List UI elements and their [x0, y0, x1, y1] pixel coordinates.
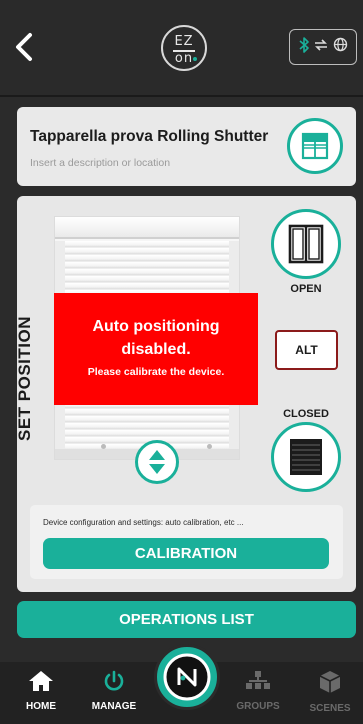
- connection-status[interactable]: [289, 29, 357, 65]
- cube-icon: [318, 671, 342, 698]
- calibration-button[interactable]: CALIBRATION: [43, 538, 329, 569]
- device-title: Tapparella prova Rolling Shutter: [30, 128, 269, 145]
- nav-manage-label: MANAGE: [91, 701, 137, 712]
- alt-button[interactable]: ALT: [275, 330, 338, 370]
- nav-home[interactable]: HOME: [11, 670, 71, 712]
- power-icon: [103, 670, 125, 696]
- position-panel: SET POSITION Auto positioning disabled. …: [15, 196, 356, 592]
- calibration-description: Device configuration and settings: auto …: [43, 518, 244, 527]
- calibration-alert: Auto positioning disabled. Please calibr…: [54, 293, 258, 405]
- sync-arrows-icon: [313, 38, 329, 57]
- bluetooth-icon: [298, 36, 310, 58]
- nav-home-label: HOME: [26, 701, 56, 712]
- alert-title: Auto positioning disabled.: [92, 318, 220, 358]
- ezon-n-icon: [163, 653, 211, 701]
- nav-scenes-label: SCENES: [309, 703, 351, 714]
- open-label: OPEN: [290, 283, 322, 295]
- home-icon: [28, 671, 54, 696]
- calibration-card: Device configuration and settings: auto …: [30, 505, 343, 579]
- set-position-label: SET POSITION: [15, 315, 34, 441]
- window-icon[interactable]: [287, 118, 343, 174]
- nav-groups-label: GROUPS: [236, 701, 280, 712]
- operations-list-button[interactable]: OPERATIONS LIST: [17, 601, 356, 638]
- nav-manage[interactable]: MANAGE: [84, 670, 144, 712]
- nav-groups[interactable]: GROUPS: [228, 670, 288, 712]
- groups-icon: [245, 671, 271, 696]
- open-window-icon[interactable]: [271, 209, 341, 279]
- globe-icon: [333, 37, 348, 57]
- header-divider: [0, 95, 363, 97]
- alert-subtitle: Please calibrate the device.: [87, 366, 225, 378]
- ezon-logo[interactable]: EZ on: [161, 25, 207, 71]
- back-arrow-icon[interactable]: [10, 30, 38, 64]
- closed-window-icon[interactable]: [271, 422, 341, 492]
- logo-top-text: EZ: [174, 34, 194, 49]
- center-action-button[interactable]: [154, 644, 220, 710]
- app-header: EZ on: [0, 0, 363, 96]
- closed-label: CLOSED: [283, 408, 329, 420]
- device-description-placeholder[interactable]: Insert a description or location: [30, 157, 170, 169]
- up-down-arrows-icon[interactable]: [135, 440, 179, 484]
- device-card[interactable]: Tapparella prova Rolling Shutter Insert …: [17, 107, 356, 186]
- nav-scenes[interactable]: SCENES: [300, 670, 360, 714]
- logo-bottom-text: on: [174, 51, 194, 66]
